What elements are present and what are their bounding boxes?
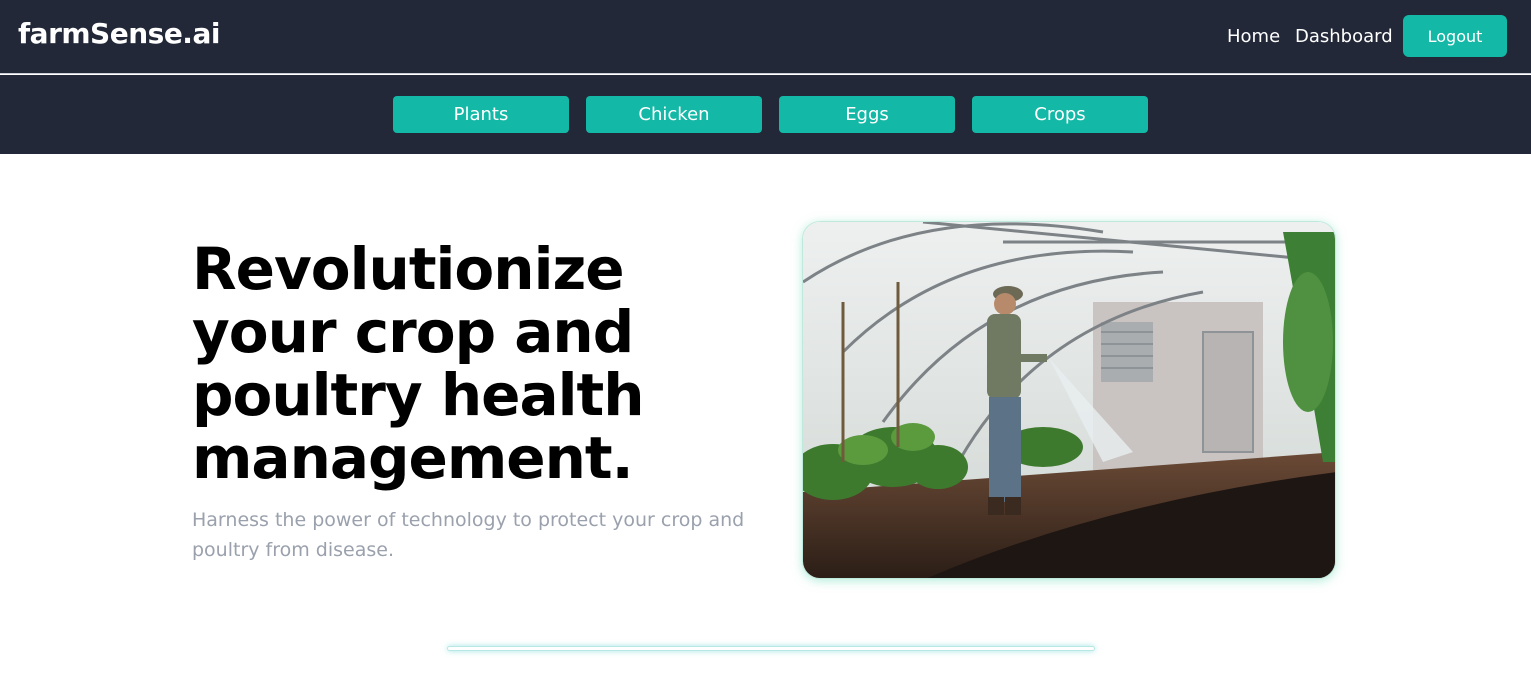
- brand-logo[interactable]: farmSense.ai: [18, 17, 220, 50]
- category-bar: Plants Chicken Eggs Crops: [0, 75, 1531, 154]
- section-divider: [447, 646, 1095, 651]
- hero-image-greenhouse: [802, 221, 1336, 579]
- top-navbar: farmSense.ai Home Dashboard Logout: [0, 0, 1531, 74]
- category-button-crops[interactable]: Crops: [972, 96, 1148, 133]
- hero-subtitle: Harness the power of technology to prote…: [192, 509, 745, 561]
- nav-link-dashboard[interactable]: Dashboard: [1295, 26, 1393, 47]
- logout-button[interactable]: Logout: [1403, 15, 1507, 57]
- category-button-chicken[interactable]: Chicken: [586, 96, 762, 133]
- nav-link-home[interactable]: Home: [1227, 26, 1280, 47]
- hero-title: Revolutionize your crop and poultry heal…: [192, 235, 645, 492]
- category-button-plants[interactable]: Plants: [393, 96, 569, 133]
- category-button-eggs[interactable]: Eggs: [779, 96, 955, 133]
